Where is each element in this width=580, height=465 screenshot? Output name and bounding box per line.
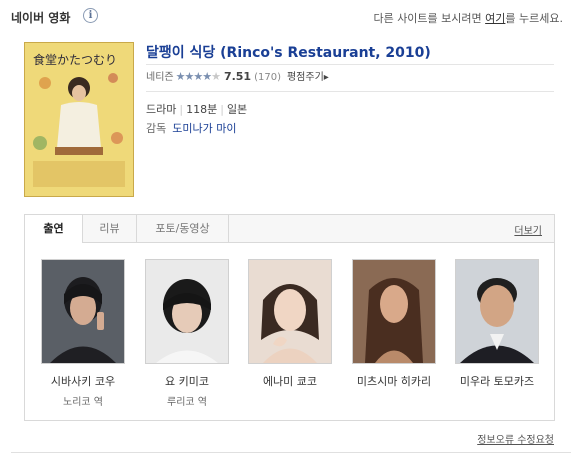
star-rating: ★★★★★ (175, 70, 221, 83)
country[interactable]: 일본 (227, 103, 247, 116)
cast-name[interactable]: 시바사키 코우 (41, 373, 125, 389)
genre[interactable]: 드라마 (146, 103, 176, 116)
stars-empty: ★ (211, 70, 221, 83)
cast-photo[interactable] (352, 259, 436, 364)
cast-item[interactable]: 요 키미코 루리코 역 (145, 259, 229, 408)
tab-bar: 출연 리뷰 포토/동영상 더보기 (25, 215, 554, 243)
tab-review[interactable]: 리뷰 (83, 215, 137, 242)
site-notice: 다른 사이트를 보시려면 여기를 누르세요. (373, 10, 563, 26)
cast-role: 루리코 역 (167, 397, 207, 408)
runtime: 118분 (186, 103, 218, 116)
rating-label: 네티즌 (146, 72, 174, 83)
poster-title-text: 食堂かたつむり (33, 52, 117, 67)
info-icon[interactable]: i (83, 8, 98, 23)
rating-score: 7.51 (223, 70, 252, 83)
cast-name[interactable]: 에나미 쿄코 (248, 373, 332, 389)
cast-item[interactable]: 미우라 토모카즈 (455, 259, 539, 393)
cast-item[interactable]: 미츠시마 히카리 (352, 259, 436, 393)
cast-photo[interactable] (41, 259, 125, 364)
brand-title[interactable]: 네이버 영화 (11, 9, 70, 26)
header: 네이버 영화 i 다른 사이트를 보시려면 여기를 누르세요. (11, 8, 571, 27)
notice-before: 다른 사이트를 보시려면 (373, 12, 486, 25)
title-row: 달팽이 식당 (Rinco's Restaurant, 2010) (146, 42, 554, 65)
tab-photo-video[interactable]: 포토/동영상 (137, 215, 229, 242)
rate-link[interactable]: 평점주기▸ (287, 72, 329, 83)
rating-row: 네티즌 ★★★★★ 7.51 (170) 평점주기▸ (146, 68, 329, 86)
director-link[interactable]: 도미나가 마이 (172, 122, 236, 135)
cast-item[interactable]: 에나미 쿄코 (248, 259, 332, 393)
tab-cast[interactable]: 출연 (25, 215, 83, 243)
cast-name[interactable]: 미츠시마 히카리 (352, 373, 436, 389)
rating-count: (170) (254, 72, 281, 83)
movie-poster[interactable]: 食堂かたつむり (24, 42, 134, 197)
notice-link[interactable]: 여기 (485, 12, 505, 25)
movie-title[interactable]: 달팽이 식당 (Rinco's Restaurant, 2010) (146, 45, 431, 61)
director-row: 감독 도미나가 마이 (146, 120, 236, 136)
notice-after: 를 누르세요. (505, 12, 563, 25)
cast-photo[interactable] (455, 259, 539, 364)
more-link[interactable]: 더보기 (514, 222, 542, 237)
cast-role: 노리코 역 (63, 397, 103, 408)
stars-filled: ★★★★ (175, 70, 212, 83)
report-error-link[interactable]: 정보오류 수정요청 (477, 431, 554, 446)
director-label: 감독 (146, 122, 167, 135)
divider (146, 91, 554, 92)
cast-photo[interactable] (248, 259, 332, 364)
cast-name[interactable]: 미우라 토모카즈 (455, 373, 539, 389)
cast-name[interactable]: 요 키미코 (145, 373, 229, 389)
cast-photo[interactable] (145, 259, 229, 364)
cast-panel: 출연 리뷰 포토/동영상 더보기 시바사키 코우 노리코 역 요 키미코 루리코… (24, 214, 555, 421)
movie-meta: 드라마 | 118분 | 일본 (146, 103, 248, 116)
bottom-divider (11, 452, 571, 453)
cast-item[interactable]: 시바사키 코우 노리코 역 (41, 259, 125, 408)
